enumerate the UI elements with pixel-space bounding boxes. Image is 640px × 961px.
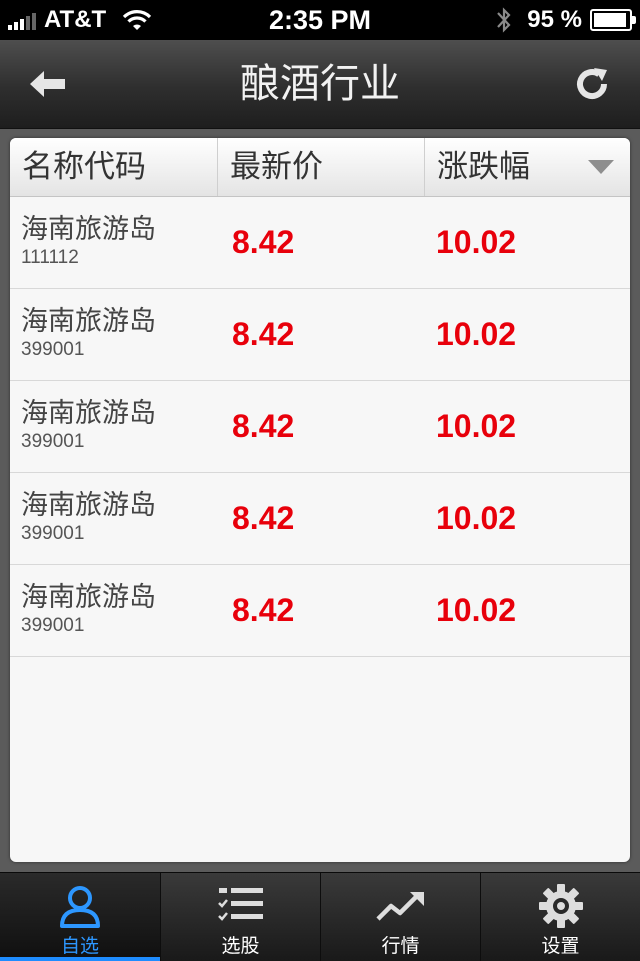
stock-list-panel: 名称代码 最新价 涨跌幅 海南旅游岛 111112 8.42 10.02 海南旅游岛 39… [10, 138, 630, 862]
stock-code: 399001 [21, 615, 85, 636]
stock-name-cell: 海南旅游岛 399001 [10, 381, 218, 472]
latest-price: 8.42 [232, 316, 295, 352]
refresh-button[interactable] [560, 54, 624, 114]
tab-stock-picker[interactable]: 选股 [160, 873, 320, 961]
tab-settings[interactable]: 设置 [480, 873, 640, 961]
page-title: 酿酒行业 [240, 61, 400, 107]
trend-chart-icon [375, 881, 427, 931]
person-icon [54, 881, 106, 931]
tab-label: 设置 [541, 935, 580, 957]
stock-row[interactable]: 海南旅游岛 399001 8.42 10.02 [10, 473, 630, 565]
tab-label: 选股 [221, 935, 260, 957]
change-percent: 10.02 [436, 224, 517, 260]
tab-market[interactable]: 行情 [320, 873, 480, 961]
back-button[interactable] [16, 54, 80, 114]
tab-label: 自选 [60, 935, 99, 957]
stock-row[interactable]: 海南旅游岛 399001 8.42 10.02 [10, 565, 630, 657]
stock-code: 111112 [21, 247, 79, 268]
stock-name-cell: 海南旅游岛 111112 [10, 197, 218, 288]
refresh-icon [577, 68, 608, 100]
change-percent: 10.02 [436, 592, 517, 628]
column-header-name-code[interactable]: 名称代码 [10, 138, 218, 196]
battery-icon [590, 9, 636, 31]
stock-name: 海南旅游岛 [21, 490, 156, 521]
stock-name-cell: 海南旅游岛 399001 [10, 289, 218, 380]
stock-row[interactable]: 海南旅游岛 399001 8.42 10.02 [10, 381, 630, 473]
battery-percent: 95 % [527, 6, 582, 33]
stock-code: 399001 [21, 523, 85, 544]
stock-name: 海南旅游岛 [21, 306, 156, 337]
change-percent: 10.02 [436, 316, 517, 352]
stock-row[interactable]: 海南旅游岛 111112 8.42 10.02 [10, 197, 630, 289]
sort-down-icon[interactable] [588, 160, 614, 174]
change-percent: 10.02 [436, 408, 517, 444]
tab-label: 行情 [381, 935, 420, 957]
table-header: 名称代码 最新价 涨跌幅 [10, 138, 630, 197]
tab-watchlist[interactable]: 自选 [0, 873, 160, 961]
latest-price: 8.42 [232, 592, 295, 628]
latest-price: 8.42 [232, 408, 295, 444]
stock-row[interactable]: 海南旅游岛 399001 8.42 10.02 [10, 289, 630, 381]
stock-name: 海南旅游岛 [21, 582, 156, 613]
stock-rows: 海南旅游岛 111112 8.42 10.02 海南旅游岛 399001 8.42 10.02… [10, 197, 630, 657]
gear-icon [535, 881, 587, 931]
navigation-bar: 酿酒行业 [0, 40, 640, 129]
battery-level-fill [594, 13, 627, 27]
stock-name: 海南旅游岛 [21, 398, 156, 429]
status-bar: AT&T 2:35 PM 95 % [0, 0, 640, 40]
column-header-change-label: 涨跌幅 [437, 149, 530, 185]
latest-price: 8.42 [232, 224, 295, 260]
back-arrow-icon [30, 71, 65, 97]
bluetooth-icon [497, 7, 511, 33]
latest-price: 8.42 [232, 500, 295, 536]
stock-name: 海南旅游岛 [21, 214, 156, 245]
column-header-latest-price[interactable]: 最新价 [218, 138, 425, 196]
stock-name-cell: 海南旅游岛 399001 [10, 565, 218, 656]
stock-code: 399001 [21, 431, 85, 452]
stock-code: 399001 [21, 339, 85, 360]
column-header-change-percent[interactable]: 涨跌幅 [425, 138, 630, 196]
status-right: 95 % [495, 0, 636, 40]
change-percent: 10.02 [436, 500, 517, 536]
tab-bar: 自选 选股 行情 设置 [0, 872, 640, 961]
checklist-icon [215, 881, 267, 931]
stock-name-cell: 海南旅游岛 399001 [10, 473, 218, 564]
